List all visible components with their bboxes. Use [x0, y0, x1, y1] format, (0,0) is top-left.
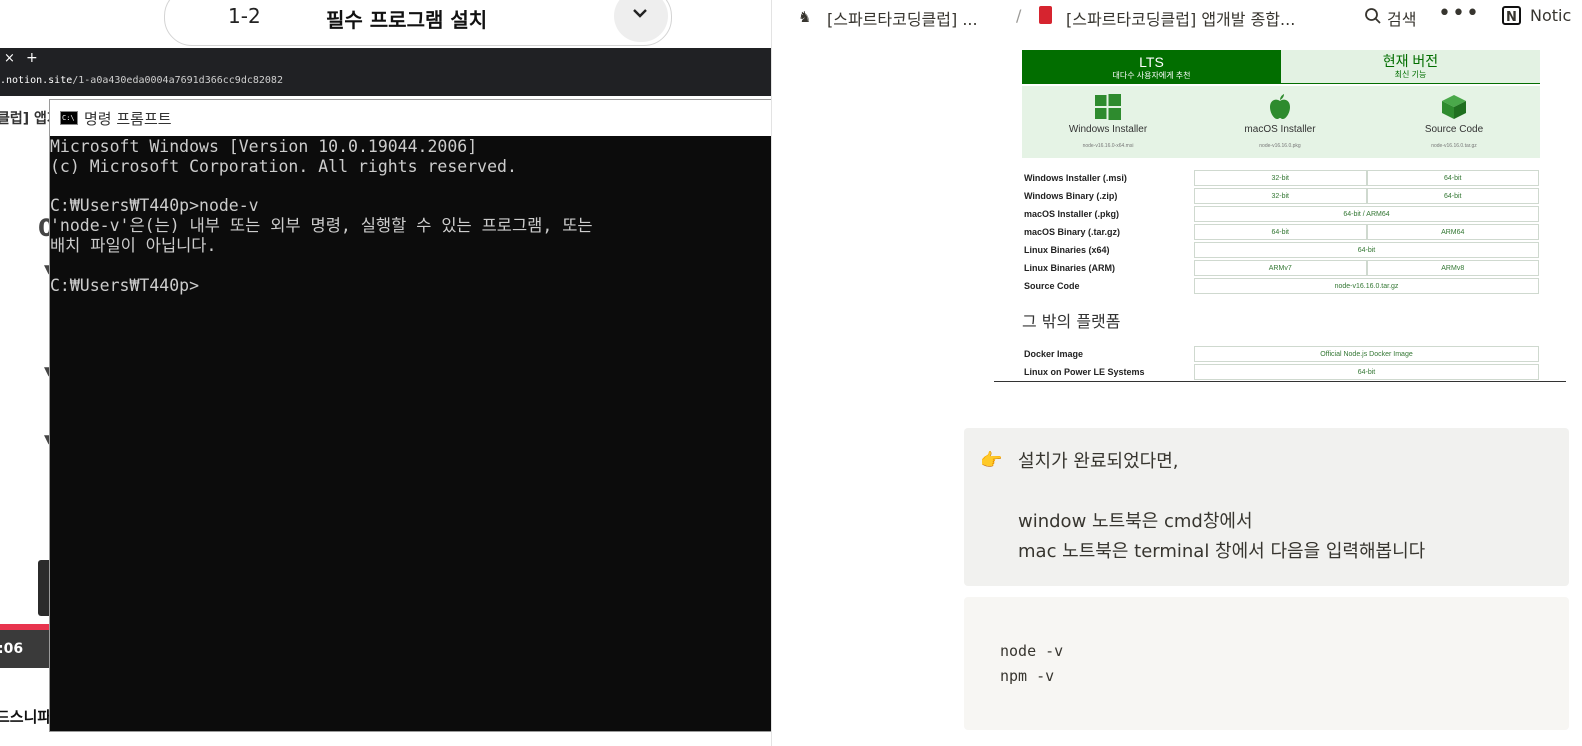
breadcrumb-item-2[interactable]: [스파르타코딩클럽] 앱개발 종합...	[1066, 6, 1295, 30]
search-icon[interactable]	[1364, 7, 1382, 25]
download-row-label: Windows Installer (.msi)	[1024, 173, 1127, 183]
other-platforms-table: Docker Image Official Node.js Docker Imag…	[1022, 346, 1540, 382]
download-row: Windows Binary (.zip) 32-bit 64-bit	[1022, 188, 1540, 206]
download-row-label: Docker Image	[1024, 349, 1084, 359]
more-options-icon[interactable]: •••	[1438, 1, 1480, 26]
lesson-title: 필수 프로그램 설치	[326, 8, 488, 32]
download-link[interactable]: ARM64	[1366, 224, 1539, 240]
lts-tab[interactable]: LTS 대다수 사용자에게 추천	[1022, 50, 1281, 84]
notion-page: ♞ [스파르타코딩클럽] ... / [스파르타코딩클럽] 앱개발 종합... …	[771, 0, 1582, 746]
download-link[interactable]: ARMv8	[1366, 260, 1539, 276]
nodejs-download-image: LTS 대다수 사용자에게 추천 현재 버전 최신 기능 Windows Ins…	[1022, 50, 1540, 382]
apple-icon	[1270, 94, 1290, 119]
cmd-line: C:₩Users₩T440p>node-v	[50, 196, 259, 216]
download-link[interactable]: Official Node.js Docker Image	[1194, 346, 1539, 362]
breadcrumb-separator: /	[1016, 6, 1022, 25]
macos-installer[interactable]: macOS Installer node-v16.16.0.pkg	[1210, 94, 1350, 149]
windows-installer[interactable]: Windows Installer node-v16.16.0-x64.msi	[1038, 94, 1178, 149]
cmd-title: 명령 프롬프트	[84, 110, 172, 128]
url-host: .notion.site	[0, 75, 73, 86]
download-row: Linux Binaries (ARM) ARMv7 ARMv8	[1022, 260, 1540, 278]
notion-label[interactable]: Notic	[1530, 6, 1571, 25]
code-content: node -v npm -v	[1000, 639, 1063, 689]
code-block[interactable]: node -v npm -v	[964, 597, 1569, 730]
download-row-label: macOS Installer (.pkg)	[1024, 209, 1120, 219]
other-platforms-heading: 그 밖의 플랫폼	[1022, 312, 1121, 331]
download-row-label: Linux on Power LE Systems	[1024, 367, 1145, 377]
download-link[interactable]: 64-bit	[1194, 224, 1367, 240]
download-link[interactable]: 64-bit	[1366, 188, 1539, 204]
cmd-output: Microsoft Windows [Version 10.0.19044.20…	[50, 137, 593, 295]
lts-title: LTS	[1139, 54, 1164, 70]
cmd-line: (c) Microsoft Corporation. All rights re…	[50, 156, 517, 176]
url-path: /1-a0a430eda0004a7691d366cc9dc82082	[72, 75, 283, 86]
download-row-label: Source Code	[1024, 281, 1080, 291]
pointing-hand-icon: 👉	[980, 450, 1003, 471]
download-row: Linux on Power LE Systems 64-bit	[1022, 364, 1540, 382]
download-row-label: Linux Binaries (ARM)	[1024, 263, 1116, 273]
new-tab-icon[interactable]: +	[26, 50, 38, 66]
download-row-label: Linux Binaries (x64)	[1024, 245, 1110, 255]
cmd-app-icon: C:\	[60, 111, 78, 125]
current-subtitle: 최신 기능	[1394, 70, 1427, 79]
cmd-line: 배치 파일이 아닙니다.	[50, 235, 217, 255]
url-bar[interactable]: .notion.site/1-a0a430eda0004a7691d366cc9…	[0, 75, 283, 86]
browser-strip: × + .notion.site/1-a0a430eda0004a7691d36…	[0, 48, 771, 96]
code-line: node -v	[1000, 642, 1064, 660]
lts-subtitle: 대다수 사용자에게 추천	[1112, 71, 1191, 80]
image-divider	[994, 381, 1566, 382]
code-line: npm -v	[1000, 667, 1055, 685]
cmd-line: 'node-v'은(는) 내부 또는 외부 명령, 실행할 수 있는 프로그램,…	[50, 216, 593, 236]
download-row: Source Code node-v16.16.0.tar.gz	[1022, 278, 1540, 296]
page-bottom-text: 드스니파	[0, 708, 52, 726]
download-row: macOS Binary (.tar.gz) 64-bit ARM64	[1022, 224, 1540, 242]
notion-logo-icon: N	[1502, 6, 1521, 25]
download-link[interactable]: 64-bit	[1194, 242, 1539, 258]
download-row: macOS Installer (.pkg) 64-bit / ARM64	[1022, 206, 1540, 224]
download-table: Windows Installer (.msi) 32-bit 64-bit Wind…	[1022, 170, 1540, 296]
lesson-number: 1-2	[228, 4, 261, 28]
download-link[interactable]: 64-bit	[1366, 170, 1539, 186]
download-link[interactable]: 64-bit / ARM64	[1194, 206, 1539, 222]
download-row-label: Windows Binary (.zip)	[1024, 191, 1118, 201]
breadcrumb-item-1[interactable]: [스파르타코딩클럽] ...	[827, 6, 978, 30]
cmd-line: Microsoft Windows [Version 10.0.19044.20…	[50, 137, 478, 156]
download-row-label: macOS Binary (.tar.gz)	[1024, 227, 1121, 237]
search-button[interactable]: 검색	[1387, 6, 1416, 30]
cmd-line	[50, 256, 593, 276]
installer-icons: Windows Installer node-v16.16.0-x64.msi …	[1022, 86, 1540, 158]
cmd-line	[50, 177, 593, 197]
download-link[interactable]: 32-bit	[1194, 170, 1367, 186]
download-link[interactable]: 32-bit	[1194, 188, 1367, 204]
current-title: 현재 버전	[1382, 53, 1439, 69]
download-row: Docker Image Official Node.js Docker Imag…	[1022, 346, 1540, 364]
callout-block: 👉 설치가 완료되었다면, window 노트북은 cmd창에서 mac 노트북…	[964, 428, 1569, 586]
callout-text: 설치가 완료되었다면, window 노트북은 cmd창에서 mac 노트북은 …	[1018, 451, 1426, 562]
tab-close-icon[interactable]: ×	[4, 51, 15, 66]
book-icon	[1039, 6, 1052, 24]
current-tab[interactable]: 현재 버전 최신 기능	[1281, 50, 1540, 84]
download-row: Windows Installer (.msi) 32-bit 64-bit	[1022, 170, 1540, 188]
page-emoji-icon: ♞	[798, 8, 812, 26]
source-code-download[interactable]: Source Code node-v16.16.0.tar.gz	[1384, 94, 1524, 149]
windows-icon	[1095, 94, 1121, 120]
download-row: Linux Binaries (x64) 64-bit	[1022, 242, 1540, 260]
notion-topbar: ♞ [스파르타코딩클럽] ... / [스파르타코딩클럽] 앱개발 종합... …	[772, 0, 1582, 34]
download-link[interactable]: 64-bit	[1194, 364, 1539, 380]
package-box-icon	[1442, 95, 1466, 119]
download-link[interactable]: node-v16.16.0.tar.gz	[1194, 278, 1539, 294]
download-link[interactable]: ARMv7	[1194, 260, 1367, 276]
chevron-down-icon	[633, 9, 647, 18]
cmd-line: C:₩Users₩T440p>	[50, 275, 200, 295]
